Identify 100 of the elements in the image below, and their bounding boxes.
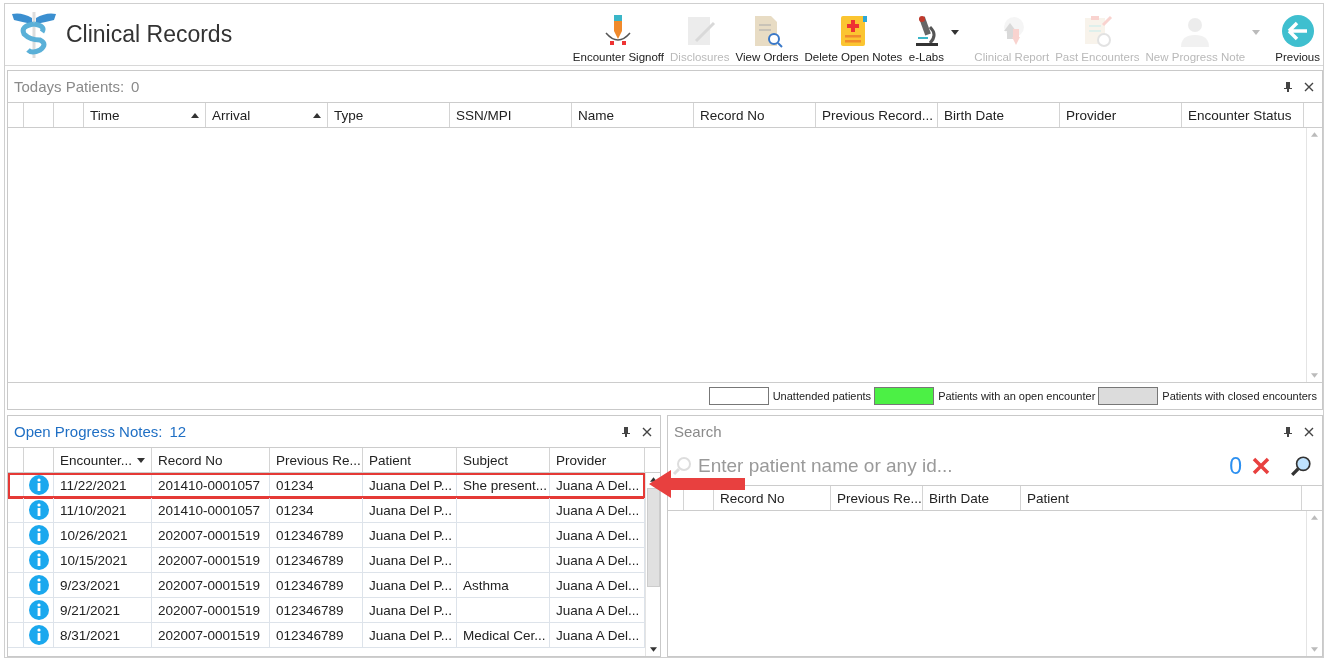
clear-icon[interactable] xyxy=(1250,456,1272,476)
search-field[interactable]: Enter patient name or any id... xyxy=(696,454,1230,478)
patient-count: 0 xyxy=(131,78,140,96)
row-header-cell[interactable] xyxy=(8,523,24,548)
legend-label: Patients with closed encounters xyxy=(1162,390,1317,402)
pin-icon[interactable] xyxy=(622,426,630,437)
close-icon[interactable] xyxy=(1304,426,1314,437)
info-icon[interactable] xyxy=(28,550,49,570)
table-cell: 10/15/2021 xyxy=(54,548,152,573)
column-header[interactable]: Record No xyxy=(694,103,816,128)
table-cell: 012346789 xyxy=(270,598,363,623)
table-cell: 9/21/2021 xyxy=(54,598,152,623)
table-cell: Juana A Del... xyxy=(550,598,645,623)
toolbar-button[interactable]: Encounter Signoff xyxy=(569,13,668,64)
column-header[interactable]: Provider xyxy=(550,448,645,472)
row-header-cell[interactable] xyxy=(8,573,24,598)
info-icon[interactable] xyxy=(28,600,49,620)
table-cell: Asthma xyxy=(457,573,550,598)
info-icon[interactable] xyxy=(28,575,49,595)
table-cell: 012346789 xyxy=(270,623,363,648)
toolbar-button[interactable]: Previous xyxy=(1272,13,1323,64)
row-header-cell[interactable] xyxy=(8,598,24,623)
table-cell: Juana Del P... xyxy=(363,548,457,573)
legend-label: Unattended patients xyxy=(772,390,872,402)
table-cell: 01234 xyxy=(270,473,363,498)
search-icon xyxy=(672,456,692,476)
sort-arrow-icon[interactable] xyxy=(137,457,145,463)
column-header[interactable]: Subject xyxy=(457,448,550,472)
scroll-down-icon[interactable] xyxy=(649,647,657,652)
table-cell: 201410-0001057 xyxy=(152,498,270,523)
column-header[interactable]: Patient xyxy=(363,448,457,472)
toolbar-button[interactable]: View Orders xyxy=(732,13,802,64)
table-cell: 202007-0001519 xyxy=(152,623,270,648)
toolbar-button[interactable]: e-Labs xyxy=(905,13,948,64)
table-cell: 012346789 xyxy=(270,573,363,598)
table-cell: Juana Del P... xyxy=(363,598,457,623)
table-cell: Juana A Del... xyxy=(550,548,645,573)
table-cell: 202007-0001519 xyxy=(152,523,270,548)
panel-title: Open Progress Notes: xyxy=(14,423,163,440)
scroll-thumb[interactable] xyxy=(646,488,660,587)
table-cell: Juana A Del... xyxy=(550,473,645,498)
table-cell: Juana Del P... xyxy=(363,573,457,598)
column-header[interactable]: Time xyxy=(84,103,206,128)
pin-icon[interactable] xyxy=(1284,426,1292,437)
row-header-cell[interactable] xyxy=(8,623,24,648)
column-header[interactable]: Previous Re... xyxy=(270,448,363,472)
table-cell: 11/10/2021 xyxy=(54,498,152,523)
app-title: Clinical Records xyxy=(66,21,233,49)
close-icon[interactable] xyxy=(642,426,652,437)
panel-title: Search xyxy=(674,423,722,440)
result-count: 0 xyxy=(1229,452,1242,480)
table-cell: She present... xyxy=(457,473,550,498)
table-cell: 012346789 xyxy=(270,548,363,573)
row-header-cell[interactable] xyxy=(8,498,24,523)
table-cell: 9/23/2021 xyxy=(54,573,152,598)
table-cell: 201410-0001057 xyxy=(152,473,270,498)
column-header[interactable]: Provider xyxy=(1060,103,1182,128)
table-cell: Juana Del P... xyxy=(363,473,457,498)
table-cell: 202007-0001519 xyxy=(152,573,270,598)
table-cell: Juana A Del... xyxy=(550,523,645,548)
column-header[interactable]: Birth Date xyxy=(923,486,1021,510)
info-icon[interactable] xyxy=(28,625,49,645)
caduceus-logo xyxy=(10,9,58,60)
sort-arrow-icon[interactable] xyxy=(191,112,199,118)
table-cell: Juana A Del... xyxy=(550,498,645,523)
column-header[interactable]: Record No xyxy=(714,486,831,510)
column-header[interactable]: Type xyxy=(328,103,450,128)
column-header[interactable]: Encounter Status xyxy=(1182,103,1304,128)
close-icon[interactable] xyxy=(1304,81,1314,92)
column-header[interactable]: Previous Record... xyxy=(816,103,938,128)
info-icon[interactable] xyxy=(28,500,49,520)
column-header[interactable]: Encounter... xyxy=(54,448,152,472)
column-header[interactable]: Name xyxy=(572,103,694,128)
table-cell: Juana Del P... xyxy=(363,498,457,523)
table-cell: 012346789 xyxy=(270,523,363,548)
panel-title: Todays Patients: xyxy=(14,78,125,96)
table-cell: Juana Del P... xyxy=(363,523,457,548)
table-cell: 202007-0001519 xyxy=(152,548,270,573)
column-header[interactable]: Patient xyxy=(1021,486,1302,510)
column-header[interactable]: Previous Re... xyxy=(831,486,923,510)
note-count: 12 xyxy=(169,423,187,440)
toolbar-button[interactable]: Delete Open Notes xyxy=(801,13,906,64)
table-cell: 202007-0001519 xyxy=(152,598,270,623)
table-cell: 10/26/2021 xyxy=(54,523,152,548)
table-cell: Juana A Del... xyxy=(550,573,645,598)
info-icon[interactable] xyxy=(28,475,49,495)
column-header[interactable]: Arrival xyxy=(206,103,328,128)
info-icon[interactable] xyxy=(28,525,49,545)
legend-label: Patients with an open encounter xyxy=(938,390,1096,402)
column-header[interactable]: Record No xyxy=(152,448,270,472)
column-header[interactable]: SSN/MPI xyxy=(450,103,572,128)
caret-icon[interactable] xyxy=(951,30,960,36)
scrollbar[interactable] xyxy=(645,473,660,656)
table-cell: Juana A Del... xyxy=(550,623,645,648)
pin-icon[interactable] xyxy=(1284,81,1292,92)
column-header[interactable]: Birth Date xyxy=(938,103,1060,128)
row-header-cell[interactable] xyxy=(8,548,24,573)
table-cell: 11/22/2021 xyxy=(54,473,152,498)
search-icon[interactable] xyxy=(1290,455,1312,477)
sort-arrow-icon[interactable] xyxy=(313,112,321,118)
